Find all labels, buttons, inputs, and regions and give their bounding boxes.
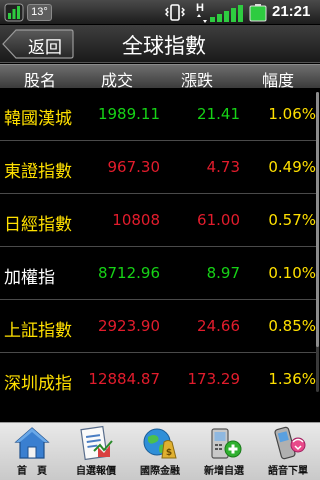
nav-voice-order[interactable]: 語音下單 <box>256 423 320 480</box>
nav-quote-list-label: 自選報價 <box>76 466 116 477</box>
vibrate-icon <box>165 4 185 21</box>
add-phone-icon <box>211 428 242 459</box>
nav-quote-list[interactable]: 自選報價 <box>64 423 128 480</box>
network-type-label: H <box>196 2 204 14</box>
nav-voice-order-label: 語音下單 <box>268 466 308 477</box>
index-percent: 1.06% <box>268 105 316 123</box>
index-change: 173.29 <box>187 370 241 388</box>
page-title: 全球指數 <box>122 34 206 58</box>
index-name: 東證指數 <box>4 162 72 182</box>
index-value: 12884.87 <box>88 370 160 388</box>
status-bar: 13° H 21:21 <box>0 0 320 25</box>
index-row[interactable]: 深圳成指 12884.87 173.29 1.36% <box>0 353 316 406</box>
index-percent: 0.49% <box>268 158 316 176</box>
index-row[interactable]: 日經指數 10808 61.00 0.57% <box>0 194 316 247</box>
index-value: 2923.90 <box>97 317 160 335</box>
data-activity-icon <box>197 14 207 23</box>
scrollbar-thumb[interactable] <box>316 92 319 347</box>
column-header: 股名 成交 漲跌 幅度 <box>0 64 320 90</box>
temperature-badge: 13° <box>27 4 52 21</box>
title-bar: 返回 全球指數 <box>0 25 320 63</box>
index-change: 21.41 <box>197 105 240 123</box>
index-percent: 0.85% <box>268 317 316 335</box>
bottom-nav: 首 頁 自選報價 $ 國際金融 新增自選 語音下單 <box>0 422 320 480</box>
index-value: 8712.96 <box>97 264 160 282</box>
index-name: 上証指數 <box>4 321 72 341</box>
home-icon <box>14 427 50 459</box>
voice-order-icon <box>274 426 306 460</box>
nav-home[interactable]: 首 頁 <box>0 423 64 480</box>
nav-add-watchlist[interactable]: 新增自選 <box>192 423 256 480</box>
index-percent: 1.36% <box>268 370 316 388</box>
index-change: 61.00 <box>197 211 240 229</box>
index-value: 10808 <box>112 211 160 229</box>
index-percent: 0.10% <box>268 264 316 282</box>
scrollbar[interactable] <box>316 92 319 392</box>
index-name: 韓國漢城 <box>4 109 72 129</box>
index-change: 4.73 <box>206 158 240 176</box>
clock: 21:21 <box>272 3 311 20</box>
index-percent: 0.57% <box>268 211 316 229</box>
index-name: 加權指 <box>4 268 55 288</box>
svg-text:$: $ <box>166 448 172 458</box>
index-change: 24.66 <box>197 317 240 335</box>
index-value: 967.30 <box>107 158 161 176</box>
signal-strength-icon <box>210 5 243 22</box>
index-row[interactable]: 加權指 8712.96 8.97 0.10% <box>0 247 316 300</box>
nav-home-label: 首 頁 <box>17 466 47 477</box>
globe-money-icon: $ <box>143 428 177 459</box>
index-row[interactable]: 韓國漢城 1989.11 21.41 1.06% <box>0 88 316 141</box>
index-value: 1989.11 <box>97 105 160 123</box>
index-row[interactable]: 東證指數 967.30 4.73 0.49% <box>0 141 316 194</box>
index-name: 日經指數 <box>4 215 72 235</box>
stock-app-icon <box>4 3 24 22</box>
battery-icon <box>249 4 267 22</box>
quote-list-icon <box>80 425 113 461</box>
index-change: 8.97 <box>206 264 240 282</box>
index-row[interactable]: 上証指數 2923.90 24.66 0.85% <box>0 300 316 353</box>
nav-add-watchlist-label: 新增自選 <box>204 466 244 477</box>
nav-international[interactable]: $ 國際金融 <box>128 423 192 480</box>
index-name: 深圳成指 <box>4 374 72 394</box>
nav-international-label: 國際金融 <box>140 466 180 477</box>
